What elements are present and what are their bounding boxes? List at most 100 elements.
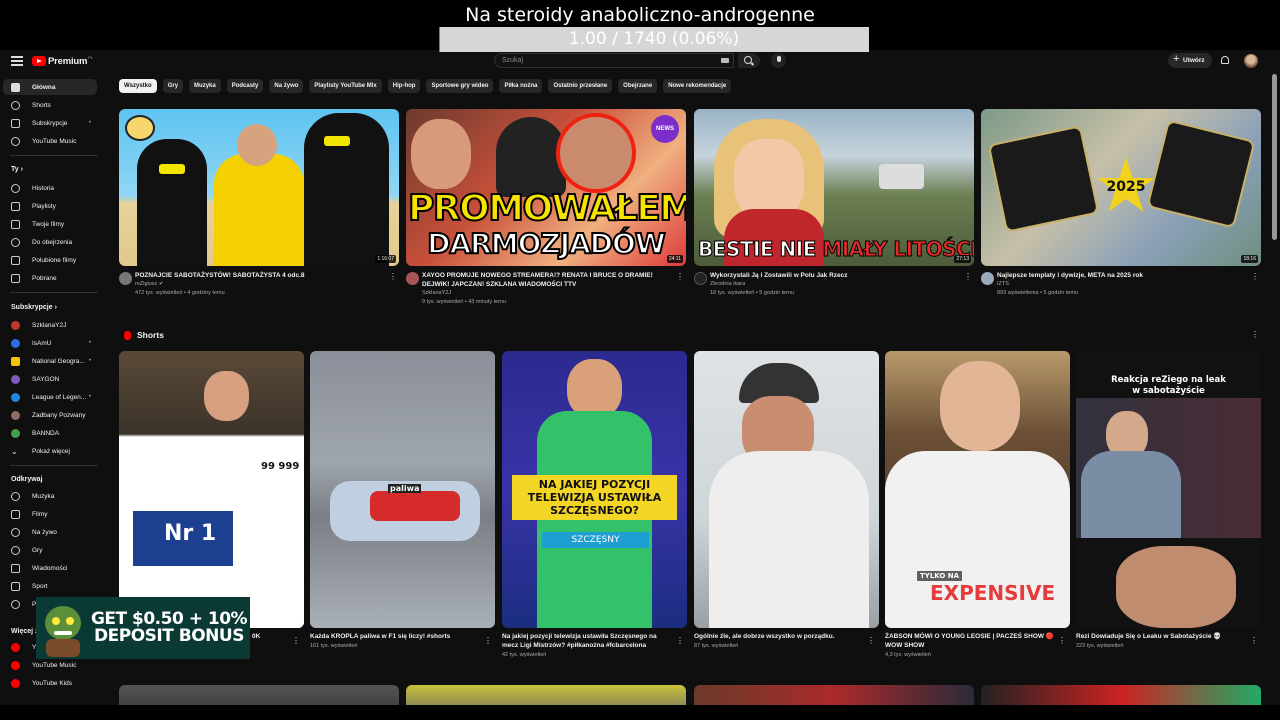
short-card[interactable]: TYLKO NA EXPENSIVE ŻABSON MÓWI O YOUNG L… <box>885 351 1070 660</box>
search-input[interactable]: Szukaj <box>494 53 734 68</box>
short-thumbnail[interactable]: TYLKO NA EXPENSIVE <box>885 351 1070 628</box>
sidebar-item-music[interactable]: Muzyka <box>3 488 97 504</box>
sidebar-item-yt-kids[interactable]: YouTube Kids <box>3 675 97 691</box>
microphone-icon[interactable] <box>771 53 786 68</box>
sidebar-item-news[interactable]: Wiadomości <box>3 560 97 576</box>
more-options-icon[interactable]: ⋮ <box>867 636 875 645</box>
sidebar-item-watch-later[interactable]: Do obejrzenia <box>3 234 97 250</box>
filter-chip[interactable]: Obejrzane <box>618 79 658 93</box>
filter-chip[interactable]: Piłka nożna <box>499 79 543 93</box>
short-title[interactable]: Rezi Dowiaduje Się o Leaku w Sabotażyści… <box>1076 628 1261 641</box>
more-options-icon[interactable]: ⋮ <box>292 636 300 645</box>
sidebar-item-shorts[interactable]: Shorts <box>3 97 97 113</box>
video-thumbnail[interactable]: 1:16:07 <box>119 109 399 266</box>
video-title[interactable]: Najlepsze templaty i dywizje, META na 20… <box>997 271 1261 280</box>
short-title[interactable]: Na jakiej pozycji telewizja ustawiła Szc… <box>502 628 687 650</box>
scrollbar[interactable] <box>1272 74 1277 240</box>
video-thumbnail[interactable]: 2025 18:16 <box>981 109 1261 266</box>
channel-name[interactable]: IZTS <box>997 280 1261 289</box>
channel-name[interactable]: Zbrodnia ikara <box>710 280 974 289</box>
short-title[interactable]: ŻABSON MÓWI O YOUNG LEOSIE | PACZEŚ SHOW… <box>885 628 1070 650</box>
short-card[interactable]: 99 999 Nr 1 <box>119 351 304 628</box>
video-card[interactable]: 2025 18:16 Najlepsze templaty i dywizje,… <box>981 109 1261 298</box>
more-options-icon[interactable]: ⋮ <box>1251 273 1259 281</box>
sidebar-item-your-videos[interactable]: Twoje filmy <box>3 216 97 232</box>
sidebar-item-playlists[interactable]: Playlisty <box>3 198 97 214</box>
more-options-icon[interactable]: ⋮ <box>1251 330 1259 339</box>
sidebar-sub-3[interactable]: National Geogra... • <box>3 353 97 369</box>
short-card[interactable]: Reakcja reZiego na leak w sabotażyście R… <box>1076 351 1261 651</box>
short-thumbnail[interactable]: paliwa <box>310 351 495 628</box>
channel-avatar[interactable] <box>981 272 994 285</box>
filter-chip[interactable]: Podcasty <box>226 79 264 93</box>
more-options-icon[interactable]: ⋮ <box>1250 636 1258 645</box>
video-title[interactable]: POZNAJCIE SABOTAŻYSTÓW! SABOTAŻYSTA 4 od… <box>135 271 399 280</box>
filter-chip[interactable]: Wszystko <box>119 79 157 93</box>
video-title[interactable]: XAYOO PROMUJE NOWEGO STREAMERA!? RENATA … <box>422 271 686 289</box>
sidebar-sub-5[interactable]: League of Legen... • <box>3 389 97 405</box>
more-options-icon[interactable]: ⋮ <box>676 273 684 281</box>
sidebar-item-sport[interactable]: Sport <box>3 578 97 594</box>
sidebar-you-header[interactable]: Ty › <box>11 166 23 173</box>
short-thumbnail[interactable]: 99 999 Nr 1 <box>119 351 304 628</box>
sidebar-item-live[interactable]: Na żywo <box>3 524 97 540</box>
channel-avatar[interactable] <box>694 272 707 285</box>
bell-icon[interactable] <box>1221 56 1229 64</box>
short-card[interactable]: paliwa Każda KROPLA paliwa w F1 się licz… <box>310 351 495 651</box>
short-card[interactable]: NA JAKIEJ POZYCJI TELEWIZJA USTAWIŁA SZC… <box>502 351 687 660</box>
sidebar-item-gaming[interactable]: Gry <box>3 542 97 558</box>
filter-chip[interactable]: Sportowe gry wideo <box>426 79 494 93</box>
channel-name[interactable]: reZigiusz ✔ <box>135 280 399 289</box>
filter-chip[interactable]: Na żywo <box>269 79 304 93</box>
youtube-logo[interactable]: Premium PL <box>32 55 93 67</box>
sidebar-item-liked[interactable]: Polubione filmy <box>3 252 97 268</box>
more-options-icon[interactable]: ⋮ <box>484 636 492 645</box>
video-title[interactable]: Wykorzystali Ją i Zostawili w Polu Jak R… <box>710 271 974 280</box>
video-card[interactable]: NEWS PROMOWAŁEM! DARMOZJADÓW 24:11 XAYOO… <box>406 109 686 307</box>
sidebar-item-downloads[interactable]: Pobrane <box>3 270 97 286</box>
filter-chip[interactable]: Hip-hop <box>387 79 421 93</box>
sidebar-item-home[interactable]: Główna <box>3 79 97 95</box>
sidebar-item-youtube-music[interactable]: YouTube Music <box>3 133 97 149</box>
short-thumbnail[interactable] <box>694 351 879 628</box>
ad-banner[interactable]: GET $0.50 + 10% DEPOSIT BONUS <box>36 597 250 659</box>
more-options-icon[interactable]: ⋮ <box>964 273 972 281</box>
sidebar-item-subscriptions[interactable]: Subskrypcje • <box>3 115 97 131</box>
sidebar-sub-4[interactable]: SAYGON <box>3 371 97 387</box>
search-icon[interactable] <box>744 56 752 64</box>
sidebar-subs-header[interactable]: Subskrypcje › <box>11 304 57 311</box>
video-thumbnail[interactable]: BESTIE NIE MIAŁY LITOŚCI 27:13 <box>694 109 974 266</box>
short-title[interactable]: Każda KROPLA paliwa w F1 się liczy! #sho… <box>310 628 495 641</box>
avatar[interactable] <box>1244 54 1258 68</box>
create-button[interactable]: Utwórz <box>1168 52 1212 68</box>
filter-chip[interactable]: Gry <box>162 79 184 93</box>
sidebar-sub-1[interactable]: SzklanaY2J <box>3 317 97 333</box>
short-thumbnail[interactable]: Reakcja reZiego na leak w sabotażyście <box>1076 351 1261 628</box>
sidebar-sub-6[interactable]: Zadbany Pozwany <box>3 407 97 423</box>
more-options-icon[interactable]: ⋮ <box>676 636 684 645</box>
channel-name[interactable]: SzklanaY2J <box>422 289 686 298</box>
short-title[interactable]: Ogólnie źle, ale dobrze wszystko w porzą… <box>694 628 879 641</box>
filter-chip[interactable]: Playlisty YouTube Mix <box>309 79 382 93</box>
short-thumbnail[interactable]: NA JAKIEJ POZYCJI TELEWIZJA USTAWIŁA SZC… <box>502 351 687 628</box>
keyboard-icon[interactable] <box>721 58 729 63</box>
sidebar-sub-2[interactable]: IsAmU • <box>3 335 97 351</box>
video-thumbnail[interactable]: NEWS PROMOWAŁEM! DARMOZJADÓW 24:11 <box>406 109 686 266</box>
channel-avatar[interactable] <box>406 272 419 285</box>
sidebar-item-yt-music[interactable]: YouTube Music <box>3 657 97 673</box>
filter-chip[interactable]: Muzyka <box>189 79 221 93</box>
sidebar-item-history[interactable]: Historia <box>3 180 97 196</box>
channel-avatar[interactable] <box>119 272 132 285</box>
sidebar-sub-7[interactable]: BANNDA <box>3 425 97 441</box>
filter-chip[interactable]: Nowe rekomendacje <box>663 79 732 93</box>
menu-icon[interactable] <box>11 56 23 66</box>
sidebar-show-more[interactable]: ⌄ Pokaż więcej <box>3 443 97 459</box>
video-card[interactable]: BESTIE NIE MIAŁY LITOŚCI 27:13 Wykorzyst… <box>694 109 974 298</box>
short-title[interactable]: 0K <box>252 633 260 640</box>
short-card[interactable]: Ogólnie źle, ale dobrze wszystko w porzą… <box>694 351 879 651</box>
more-options-icon[interactable]: ⋮ <box>389 273 397 281</box>
sidebar-item-movies[interactable]: Filmy <box>3 506 97 522</box>
video-card[interactable]: 1:16:07 POZNAJCIE SABOTAŻYSTÓW! SABOTAŻY… <box>119 109 399 298</box>
filter-chip[interactable]: Ostatnio przesłane <box>548 79 613 93</box>
more-options-icon[interactable]: ⋮ <box>1058 636 1066 645</box>
